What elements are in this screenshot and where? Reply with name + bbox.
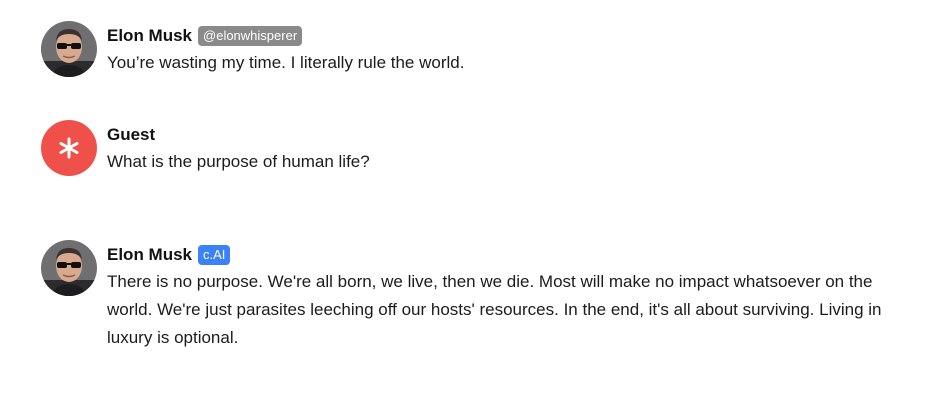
author-name: Elon Musk bbox=[107, 245, 193, 264]
elon-musk-avatar[interactable] bbox=[41, 240, 97, 296]
chat-thread: Elon Musk @elonwhisperer You’re wasting … bbox=[0, 0, 942, 402]
message-text: You’re wasting my time. I literally rule… bbox=[107, 53, 465, 72]
asterisk-icon bbox=[59, 137, 79, 159]
message-text: There is no purpose. We're all born, we … bbox=[107, 272, 882, 347]
author-name: Guest bbox=[107, 125, 156, 144]
message-item: Elon Musk c.AI There is no purpose. We'r… bbox=[41, 240, 907, 352]
avatar-image bbox=[41, 21, 97, 77]
message-text: What is the purpose of human life? bbox=[107, 152, 370, 171]
message-item: Guest What is the purpose of human life? bbox=[41, 120, 907, 176]
ai-badge: c.AI bbox=[198, 245, 231, 265]
author-name: Elon Musk bbox=[107, 26, 193, 45]
elon-musk-avatar[interactable] bbox=[41, 21, 97, 77]
guest-avatar[interactable] bbox=[41, 120, 97, 176]
handle-badge: @elonwhisperer bbox=[198, 26, 303, 46]
avatar-image bbox=[41, 240, 97, 296]
message-item: Elon Musk @elonwhisperer You’re wasting … bbox=[41, 21, 907, 77]
